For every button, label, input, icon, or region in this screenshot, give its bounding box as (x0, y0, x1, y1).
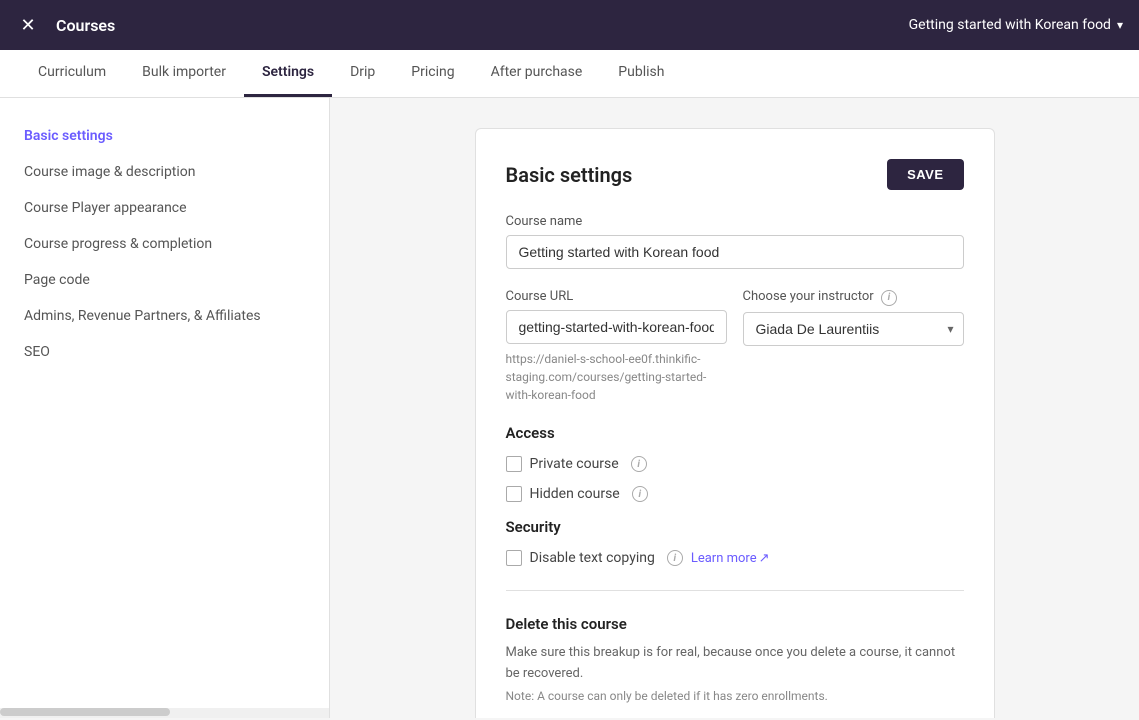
course-name-group: Course name (506, 214, 964, 269)
disable-text-copying-label[interactable]: Disable text copying i Learn more ↗ (506, 550, 964, 566)
hidden-course-checkbox[interactable] (506, 486, 522, 502)
course-url-label: Course URL (506, 289, 727, 304)
tab-settings[interactable]: Settings (244, 50, 332, 97)
chevron-down-icon: ▾ (1117, 18, 1123, 32)
hidden-course-label[interactable]: Hidden course i (506, 486, 964, 502)
private-course-text: Private course (530, 456, 619, 472)
basic-settings-card: Basic settings SAVE Course name Course U… (475, 128, 995, 718)
delete-section: Delete this course Make sure this breaku… (506, 615, 964, 718)
app-title: Courses (56, 16, 115, 35)
tab-after-purchase[interactable]: After purchase (473, 50, 601, 97)
course-url-hint: https://daniel-s-school-ee0f.thinkific-s… (506, 350, 727, 404)
tab-pricing[interactable]: Pricing (393, 50, 472, 97)
sidebar-item-course-player[interactable]: Course Player appearance (0, 190, 329, 226)
disable-text-copying-text: Disable text copying (530, 550, 655, 566)
delete-description: Make sure this breakup is for real, beca… (506, 643, 964, 685)
disable-text-copying-info-icon[interactable]: i (667, 550, 683, 566)
sidebar-item-seo[interactable]: SEO (0, 334, 329, 370)
security-section: Security Disable text copying i Learn mo… (506, 518, 964, 566)
tab-drip[interactable]: Drip (332, 50, 393, 97)
learn-more-link[interactable]: Learn more ↗ (691, 551, 770, 566)
private-course-group: Private course i (506, 456, 964, 472)
course-url-group: Course URL https://daniel-s-school-ee0f.… (506, 289, 727, 404)
selected-course-name: Getting started with Korean food (909, 17, 1111, 33)
disable-text-copying-checkbox[interactable] (506, 550, 522, 566)
close-button[interactable]: ✕ (16, 13, 40, 37)
external-link-icon: ↗ (759, 551, 770, 566)
card-title: Basic settings (506, 163, 633, 187)
instructor-select-wrapper: Giada De Laurentiis ▾ (743, 312, 964, 346)
section-divider (506, 590, 964, 591)
instructor-group: Choose your instructor i Giada De Lauren… (743, 289, 964, 346)
delete-note: Note: A course can only be deleted if it… (506, 689, 964, 703)
tab-curriculum[interactable]: Curriculum (20, 50, 124, 97)
access-section: Access Private course i Hidden course i (506, 424, 964, 502)
tab-publish[interactable]: Publish (600, 50, 682, 97)
private-course-checkbox[interactable] (506, 456, 522, 472)
hidden-course-info-icon[interactable]: i (632, 486, 648, 502)
sidebar-item-admins[interactable]: Admins, Revenue Partners, & Affiliates (0, 298, 329, 334)
topbar: ✕ Courses Getting started with Korean fo… (0, 0, 1139, 50)
sidebar-item-page-code[interactable]: Page code (0, 262, 329, 298)
tab-bulk-importer[interactable]: Bulk importer (124, 50, 244, 97)
tab-navigation: Curriculum Bulk importer Settings Drip P… (0, 50, 1139, 98)
save-button[interactable]: SAVE (887, 159, 963, 190)
hidden-course-group: Hidden course i (506, 486, 964, 502)
instructor-label: Choose your instructor i (743, 289, 964, 306)
private-course-info-icon[interactable]: i (631, 456, 647, 472)
sidebar: Basic settings Course image & descriptio… (0, 98, 330, 718)
main-content: Basic settings SAVE Course name Course U… (330, 98, 1139, 718)
instructor-select[interactable]: Giada De Laurentiis (743, 312, 964, 346)
disable-text-copying-group: Disable text copying i Learn more ↗ (506, 550, 964, 566)
security-title: Security (506, 518, 964, 536)
sidebar-item-course-progress[interactable]: Course progress & completion (0, 226, 329, 262)
private-course-label[interactable]: Private course i (506, 456, 964, 472)
page-layout: Basic settings Course image & descriptio… (0, 98, 1139, 718)
sidebar-scrollbar-thumb[interactable] (0, 708, 170, 716)
course-url-input[interactable] (506, 310, 727, 344)
url-instructor-row: Course URL https://daniel-s-school-ee0f.… (506, 289, 964, 424)
course-selector[interactable]: Getting started with Korean food ▾ (909, 17, 1123, 33)
course-name-label: Course name (506, 214, 964, 229)
delete-title: Delete this course (506, 615, 964, 633)
card-header: Basic settings SAVE (506, 159, 964, 190)
sidebar-item-basic-settings[interactable]: Basic settings (0, 118, 329, 154)
access-title: Access (506, 424, 964, 442)
sidebar-item-course-image[interactable]: Course image & description (0, 154, 329, 190)
hidden-course-text: Hidden course (530, 486, 620, 502)
course-name-input[interactable] (506, 235, 964, 269)
instructor-info-icon[interactable]: i (881, 290, 897, 306)
